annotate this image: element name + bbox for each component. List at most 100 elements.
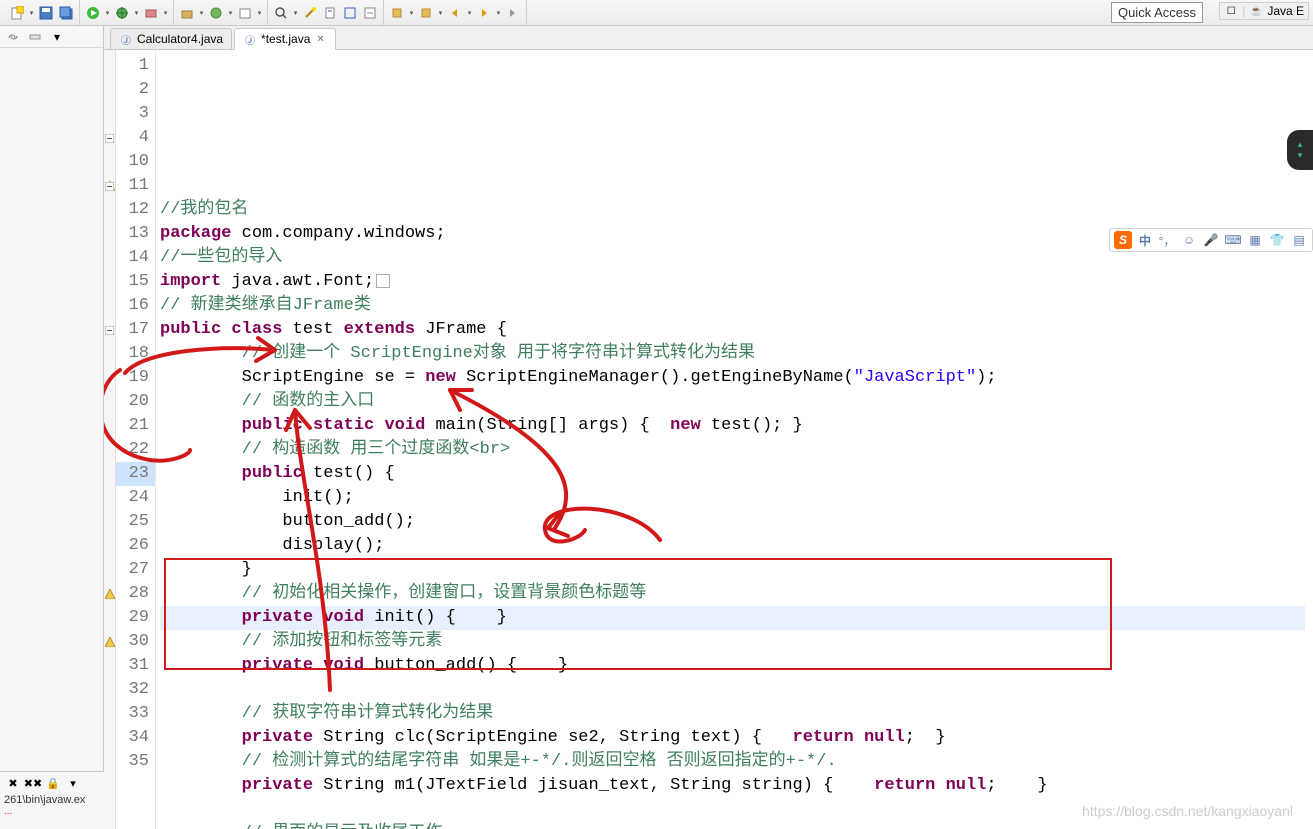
external-tool-button[interactable] <box>142 4 160 22</box>
code-line[interactable]: // 获取字符串计算式转化为结果 <box>160 702 1305 726</box>
java-file-icon: Ⓙ <box>243 32 257 46</box>
dropdown-arrow-icon[interactable]: ▾ <box>198 4 205 22</box>
code-line[interactable]: ScriptEngine se = new ScriptEngineManage… <box>160 366 1305 390</box>
code-line[interactable]: // 函数的主入口 <box>160 390 1305 414</box>
java-file-icon: Ⓙ <box>119 32 133 46</box>
code-line[interactable]: button_add(); <box>160 510 1305 534</box>
code-line[interactable]: private String m1(JTextField jisuan_text… <box>160 774 1305 798</box>
warning-marker[interactable] <box>105 636 115 646</box>
remove-launch-button[interactable]: ✖ <box>4 774 22 792</box>
watermark-label: https://blog.csdn.net/kangxiaoyanl <box>1082 803 1293 819</box>
java-perspective-icon: ☕ <box>1249 4 1263 18</box>
open-type-button[interactable] <box>236 4 254 22</box>
dropdown-arrow-icon[interactable]: ▾ <box>495 4 502 22</box>
code-line[interactable]: display(); <box>160 534 1305 558</box>
link-editor-button[interactable] <box>4 28 22 46</box>
fold-marker[interactable] <box>105 132 115 142</box>
remove-all-button[interactable]: ✖✖ <box>24 774 42 792</box>
toggle-block-button[interactable] <box>341 4 359 22</box>
save-button[interactable] <box>37 4 55 22</box>
dropdown-arrow-icon[interactable]: ▾ <box>408 4 415 22</box>
new-package-button[interactable] <box>178 4 196 22</box>
code-line[interactable]: private void button_add() { } <box>160 654 1305 678</box>
run-button[interactable] <box>84 4 102 22</box>
code-line[interactable]: // 检测计算式的结尾字符串 如果是+-*/.则返回空格 否则返回指定的+-*/… <box>160 750 1305 774</box>
code-line[interactable]: // 创建一个 ScriptEngine对象 用于将字符串计算式转化为结果 <box>160 342 1305 366</box>
code-content[interactable]: //我的包名package com.company.windows;//一些包的… <box>156 50 1313 829</box>
nav-back-drop-button[interactable] <box>388 4 406 22</box>
nav-next-button[interactable] <box>475 4 493 22</box>
new-button[interactable] <box>8 4 26 22</box>
tab-label: *test.java <box>261 32 310 46</box>
console-lock-button[interactable]: 🔒 <box>44 774 62 792</box>
code-line[interactable]: public static void main(String[] args) {… <box>160 414 1305 438</box>
editor-tab-bar: Ⓙ Calculator4.java Ⓙ *test.java ✕ <box>104 26 1313 50</box>
code-line[interactable]: public class test extends JFrame { <box>160 318 1305 342</box>
ime-skin-icon[interactable]: ▦ <box>1246 231 1264 249</box>
dropdown-arrow-icon[interactable]: ▾ <box>104 4 111 22</box>
code-line[interactable]: // 构造函数 用三个过度函数<br> <box>160 438 1305 462</box>
tab-calculator4[interactable]: Ⓙ Calculator4.java <box>110 28 232 49</box>
javaw-path-label: 261\bin\javaw.ex <box>4 794 100 806</box>
wand-button[interactable] <box>301 4 319 22</box>
dropdown-arrow-icon[interactable]: ▾ <box>28 4 35 22</box>
quick-access-box[interactable]: Quick Access <box>1111 2 1203 23</box>
search-button[interactable] <box>272 4 290 22</box>
code-line[interactable]: // 新建类继承自JFrame类 <box>160 294 1305 318</box>
perspective-label: Java E <box>1267 4 1304 18</box>
save-all-button[interactable] <box>57 4 75 22</box>
code-line[interactable]: } <box>160 558 1305 582</box>
tab-test[interactable]: Ⓙ *test.java ✕ <box>234 28 336 50</box>
perspective-switcher[interactable]: ☐ | ☕ Java E <box>1219 2 1309 20</box>
marker-ruler[interactable] <box>104 50 116 829</box>
close-icon[interactable]: ✕ <box>314 34 326 45</box>
divider: | <box>1242 4 1245 18</box>
ime-toolbar[interactable]: S 中 °， ☺ 🎤 ⌨ ▦ 👕 ▤ <box>1109 228 1313 252</box>
open-perspective-icon[interactable]: ☐ <box>1224 4 1238 18</box>
main-toolbar: ▾ ▾ ▾ ▾ ▾ ▾ ▾ ▾ ▾ ▾ ▾ ▾ Quick Access <box>0 0 1313 26</box>
ime-voice-icon[interactable]: 🎤 <box>1202 231 1220 249</box>
ime-lang-indicator[interactable]: 中 <box>1136 231 1154 249</box>
code-line[interactable]: import java.awt.Font; <box>160 270 1305 294</box>
code-line[interactable] <box>160 678 1305 702</box>
fold-marker[interactable] <box>105 324 115 334</box>
code-line[interactable]: public test() { <box>160 462 1305 486</box>
collapse-all-button[interactable] <box>26 28 44 46</box>
code-line[interactable]: init(); <box>160 486 1305 510</box>
dropdown-arrow-icon[interactable]: ▾ <box>133 4 140 22</box>
ime-settings-icon[interactable]: ▤ <box>1290 231 1308 249</box>
nav-last-button[interactable] <box>504 4 522 22</box>
code-line[interactable]: // 界面的显示及收尾工作 <box>160 822 1305 829</box>
ime-emoji-icon[interactable]: ☺ <box>1180 231 1198 249</box>
dropdown-arrow-icon[interactable]: ▾ <box>292 4 299 22</box>
code-line[interactable]: private String clc(ScriptEngine se2, Str… <box>160 726 1305 750</box>
dropdown-arrow-icon[interactable]: ▾ <box>466 4 473 22</box>
dropdown-arrow-icon[interactable]: ▾ <box>437 4 444 22</box>
view-menu-button[interactable]: ▾ <box>48 28 66 46</box>
ime-tool-icon[interactable]: 👕 <box>1268 231 1286 249</box>
toggle-mark-button[interactable] <box>321 4 339 22</box>
new-class-button[interactable] <box>207 4 225 22</box>
edit-button[interactable] <box>361 4 379 22</box>
nav-fwd-drop-button[interactable] <box>417 4 435 22</box>
nav-prev-button[interactable] <box>446 4 464 22</box>
side-handle[interactable]: ▴▾ <box>1287 130 1313 170</box>
code-editor[interactable]: 1234101112131415161718192021222324252627… <box>104 50 1313 829</box>
code-line[interactable]: //我的包名 <box>160 198 1305 222</box>
code-line[interactable]: // 添加按钮和标签等元素 <box>160 630 1305 654</box>
code-line[interactable]: // 初始化相关操作，创建窗口，设置背景颜色标题等 <box>160 582 1305 606</box>
dropdown-arrow-icon[interactable]: ▾ <box>256 4 263 22</box>
code-line[interactable]: private void init() { } <box>160 606 1305 630</box>
ime-keyboard-icon[interactable]: ⌨ <box>1224 231 1242 249</box>
fold-marker[interactable] <box>105 180 115 190</box>
ime-logo-icon: S <box>1114 231 1132 249</box>
tab-label: Calculator4.java <box>137 32 223 46</box>
dropdown-arrow-icon[interactable]: ▾ <box>162 4 169 22</box>
truncated-text: ... <box>4 806 100 817</box>
debug-button[interactable] <box>113 4 131 22</box>
dropdown-arrow-icon[interactable]: ▾ <box>227 4 234 22</box>
left-panel: ▾ ✖ ✖✖ 🔒 ▾ 261\bin\javaw.ex ... <box>0 26 104 829</box>
ime-punct-icon[interactable]: °， <box>1158 231 1176 249</box>
console-menu-button[interactable]: ▾ <box>64 774 82 792</box>
warning-marker[interactable] <box>105 588 115 598</box>
